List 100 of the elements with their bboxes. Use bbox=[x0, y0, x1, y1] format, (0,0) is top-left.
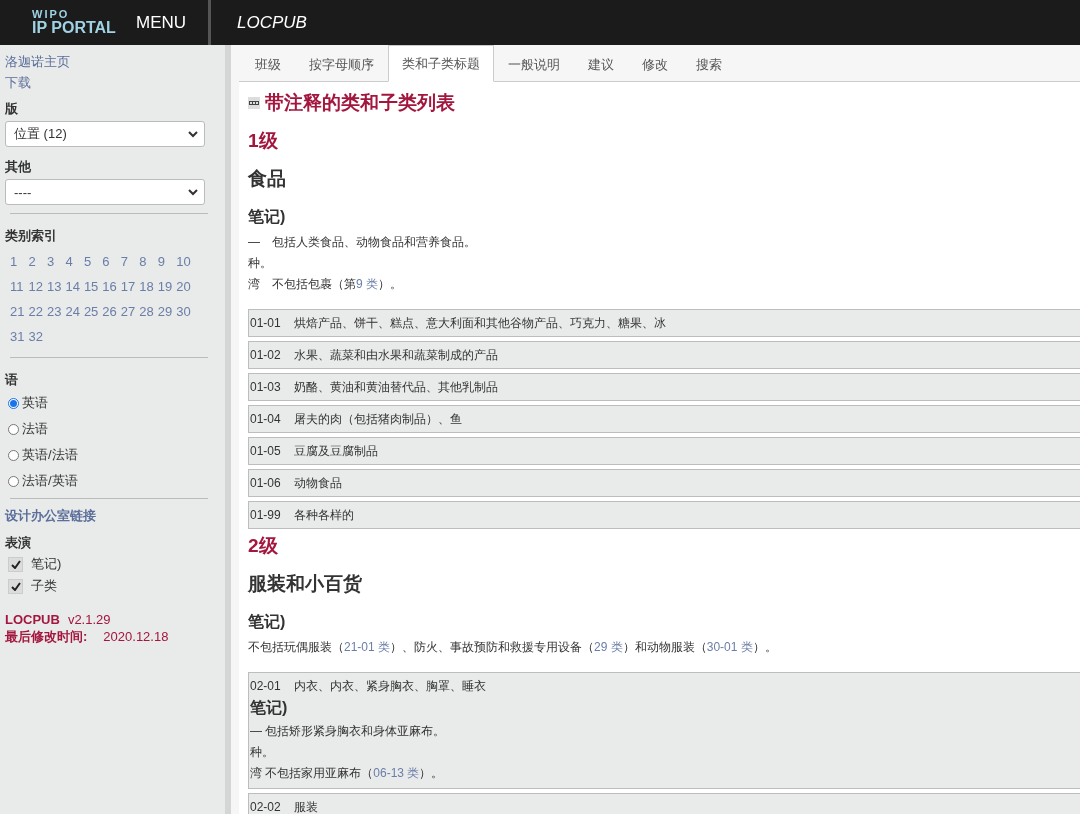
app-name: LOCPUB bbox=[5, 611, 60, 628]
menu-button[interactable]: MENU bbox=[136, 12, 208, 33]
class-number-link[interactable]: 21 bbox=[8, 302, 27, 322]
checkbox-label: 子类 bbox=[31, 577, 57, 595]
note-text: 湾 不包括家用亚麻布（06-13 类）。 bbox=[250, 765, 444, 782]
class-number-link[interactable]: 22 bbox=[26, 302, 45, 322]
class-number-link[interactable]: 7 bbox=[118, 252, 138, 272]
class-number-link[interactable]: 17 bbox=[118, 277, 138, 297]
display-label: 表演 bbox=[5, 534, 31, 552]
class-link[interactable]: 06-13 类 bbox=[373, 766, 420, 780]
class-number: 2级 bbox=[248, 534, 278, 558]
class-number-link[interactable]: 20 bbox=[174, 277, 193, 297]
tab[interactable]: 建议 bbox=[574, 46, 628, 82]
class-number-link[interactable]: 5 bbox=[81, 252, 101, 272]
radio-button[interactable] bbox=[8, 423, 19, 435]
subclass-code: 01-03 bbox=[250, 379, 281, 396]
subclass-title: 烘焙产品、饼干、糕点、意大利面和其他谷物产品、巧克力、糖果、冰 bbox=[293, 315, 666, 332]
page-title: 带注释的类和子类列表 bbox=[265, 91, 455, 115]
radio-label: 英语 bbox=[22, 394, 48, 412]
subclass-title: 各种各样的 bbox=[293, 507, 354, 524]
subclass-title: 奶酪、黄油和黄油替代品、其他乳制品 bbox=[293, 379, 498, 396]
tab[interactable]: 修改 bbox=[628, 46, 682, 82]
subclass-title: 豆腐及豆腐制品 bbox=[293, 443, 378, 460]
class-number-link[interactable]: 26 bbox=[100, 302, 119, 322]
note-text: — 包括矫形紧身胸衣和身体亚麻布。 bbox=[250, 723, 446, 740]
subclass-title: 服装 bbox=[293, 799, 318, 814]
class-number-link[interactable]: 31 bbox=[8, 327, 27, 347]
class-number-link[interactable]: 29 bbox=[155, 302, 175, 322]
other-select[interactable]: ---- bbox=[5, 179, 205, 205]
subclass-code: 02-02 bbox=[250, 799, 281, 814]
class-title: 食品 bbox=[248, 167, 286, 191]
subclass-code: 01-06 bbox=[250, 475, 281, 492]
note-text: 种。 bbox=[250, 744, 274, 761]
radio-label: 法语 bbox=[22, 420, 48, 438]
radio-button[interactable] bbox=[8, 475, 19, 487]
tab[interactable]: 班级 bbox=[241, 46, 295, 82]
subclass-title: 屠夫的肉（包括猪肉制品）、鱼 bbox=[293, 411, 462, 428]
class-link[interactable]: 21-01 类 bbox=[344, 640, 391, 654]
class-number-link[interactable]: 14 bbox=[63, 277, 82, 297]
subclass-title: 水果、蔬菜和由水果和蔬菜制成的产品 bbox=[293, 347, 498, 364]
notes-heading: 笔记) bbox=[250, 698, 288, 718]
class-link[interactable]: 30-01 类 bbox=[706, 640, 753, 654]
note-text: — 包括人类食品、动物食品和营养食品。 bbox=[248, 234, 476, 251]
pdf-icon[interactable] bbox=[248, 97, 260, 109]
class-number-link[interactable]: 10 bbox=[174, 252, 193, 272]
note-text: 湾 不包括包裹（第9 类）。 bbox=[248, 276, 402, 293]
class-number-link[interactable]: 16 bbox=[100, 277, 119, 297]
subclass-code: 01-05 bbox=[250, 443, 281, 460]
logo[interactable]: WIPO IP PORTAL bbox=[0, 9, 136, 36]
tab[interactable]: 类和子类标题 bbox=[388, 45, 494, 82]
modified-date: 2020.12.18 bbox=[103, 628, 169, 645]
subclass-code: 01-01 bbox=[250, 315, 281, 332]
class-number-link[interactable]: 25 bbox=[81, 302, 101, 322]
class-number-link[interactable]: 2 bbox=[26, 252, 45, 272]
class-number-link[interactable]: 15 bbox=[81, 277, 101, 297]
class-number-link[interactable]: 30 bbox=[174, 302, 193, 322]
class-number-link[interactable]: 13 bbox=[44, 277, 64, 297]
tab[interactable]: 一般说明 bbox=[494, 46, 574, 82]
class-link[interactable]: 9 类 bbox=[356, 277, 378, 291]
class-number-link[interactable]: 6 bbox=[100, 252, 119, 272]
checkbox-label: 笔记) bbox=[31, 555, 62, 573]
tab[interactable]: 搜索 bbox=[682, 46, 736, 82]
checkbox[interactable] bbox=[8, 578, 23, 594]
class-number-link[interactable]: 12 bbox=[26, 277, 45, 297]
class-number-link[interactable]: 1 bbox=[8, 252, 27, 272]
class-number-link[interactable]: 8 bbox=[137, 252, 156, 272]
app-title: LOCPUB bbox=[237, 12, 307, 33]
class-number-link[interactable]: 23 bbox=[44, 302, 64, 322]
version-number: v2.1.29 bbox=[67, 611, 111, 628]
class-number-link[interactable]: 11 bbox=[8, 277, 27, 297]
radio-button[interactable] bbox=[8, 449, 19, 461]
class-number-link[interactable]: 4 bbox=[63, 252, 82, 272]
class-number-link[interactable]: 18 bbox=[137, 277, 156, 297]
class-number-link[interactable]: 24 bbox=[63, 302, 82, 322]
tab[interactable]: 按字母顺序 bbox=[295, 46, 388, 82]
note-text: 不包括玩偶服装（21-01 类）、防火、事故预防和救援专用设备（29 类）和动物服装（30-01 类）。 bbox=[248, 639, 777, 656]
class-number-link[interactable]: 27 bbox=[118, 302, 138, 322]
subclass-code: 02-01 bbox=[250, 678, 281, 695]
class-number: 1级 bbox=[248, 129, 278, 153]
other-label: 其他 bbox=[5, 158, 31, 176]
language-label: 语 bbox=[5, 371, 18, 389]
radio-button[interactable] bbox=[8, 397, 19, 409]
sidebar-link[interactable]: 下载 bbox=[5, 72, 31, 93]
office-link[interactable]: 设计办公室链接 bbox=[5, 505, 96, 527]
class-number-link[interactable]: 9 bbox=[155, 252, 175, 272]
class-number-link[interactable]: 3 bbox=[44, 252, 64, 272]
checkbox[interactable] bbox=[8, 556, 23, 572]
class-link[interactable]: 29 类 bbox=[594, 640, 623, 654]
subclass-code: 01-02 bbox=[250, 347, 281, 364]
chevron-down-icon bbox=[188, 188, 198, 196]
class-index-label: 类别索引 bbox=[5, 227, 57, 245]
modified-label: 最后修改时间: bbox=[5, 628, 88, 645]
chevron-down-icon bbox=[188, 130, 198, 138]
class-number-link[interactable]: 32 bbox=[26, 327, 45, 347]
class-number-link[interactable]: 28 bbox=[137, 302, 156, 322]
subclass-title: 动物食品 bbox=[293, 475, 342, 492]
class-title: 服装和小百货 bbox=[248, 572, 362, 596]
sidebar-link[interactable]: 洛迦诺主页 bbox=[5, 51, 70, 72]
class-number-link[interactable]: 19 bbox=[155, 277, 175, 297]
edition-select[interactable]: 位置 (12) bbox=[5, 121, 205, 147]
